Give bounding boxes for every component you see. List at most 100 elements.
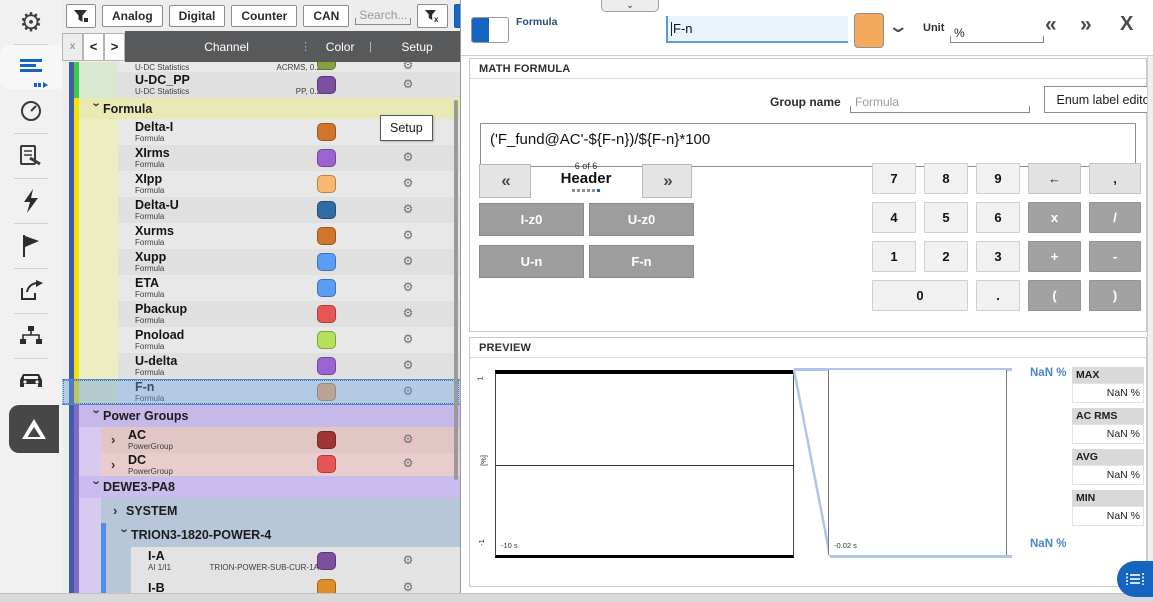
network-icon[interactable]	[0, 314, 62, 358]
chevron-collapsed-icon[interactable]: ›	[111, 434, 124, 446]
channel-list-icon[interactable]	[0, 45, 62, 89]
channel-group-system[interactable]: ›SYSTEM	[62, 498, 460, 523]
channel-row-xirms[interactable]: XIrmsFormula⚙	[62, 145, 460, 171]
channel-setup-gear-icon[interactable]: ⚙	[398, 150, 418, 164]
pager-next-button[interactable]: »	[642, 164, 692, 198]
channel-setup-gear-icon[interactable]: ⚙	[398, 358, 418, 372]
channel-setup-gear-icon[interactable]: ⚙	[398, 456, 418, 470]
nav-forward-button[interactable]: >	[104, 33, 125, 61]
channel-color-swatch[interactable]	[317, 455, 336, 473]
channel-color-swatch[interactable]	[317, 279, 336, 297]
column-header-setup[interactable]: Setup	[374, 40, 460, 54]
channel-setup-gear-icon[interactable]: ⚙	[398, 332, 418, 346]
filter-tab-counter[interactable]: Counter	[231, 5, 297, 27]
insert-channel-button-u-n[interactable]: U-n	[479, 245, 584, 278]
channel-color-swatch[interactable]	[317, 253, 336, 271]
channel-color-swatch[interactable]	[317, 383, 336, 401]
channel-group-power-groups[interactable]: ›Power Groups	[62, 405, 460, 427]
channel-name-input[interactable]: F-n	[666, 16, 848, 43]
preview-zoom-chart[interactable]	[828, 370, 1007, 555]
numpad-key-.[interactable]: .	[976, 280, 1020, 311]
channel-setup-gear-icon[interactable]: ⚙	[398, 254, 418, 268]
channel-color-swatch[interactable]	[854, 13, 884, 48]
channel-row-delta-u[interactable]: Delta-UFormula⚙	[62, 197, 460, 223]
channel-setup-gear-icon[interactable]: ⚙	[398, 176, 418, 190]
chevron-collapsed-icon[interactable]: ›	[113, 505, 126, 517]
channel-group-dewe3-pa8[interactable]: ›DEWE3-PA8	[62, 476, 460, 498]
numpad-key-9[interactable]: 9	[976, 163, 1020, 194]
chevron-expanded-icon[interactable]: ›	[119, 529, 131, 542]
numpad-key-0[interactable]: 0	[872, 280, 968, 311]
chevron-down-icon[interactable]: ⌄	[887, 17, 908, 37]
filter-clear-icon[interactable]: x	[417, 4, 448, 28]
group-name-input[interactable]: Formula	[850, 89, 1030, 113]
numpad-key-1[interactable]: 1	[872, 241, 916, 272]
numpad-key-)[interactable]: )	[1089, 280, 1141, 311]
preview-main-chart[interactable]	[495, 370, 794, 558]
numpad-key-backspace[interactable]: ←	[1028, 163, 1081, 194]
marker-flag-icon[interactable]	[0, 224, 62, 268]
chevron-expanded-icon[interactable]: ›	[91, 102, 103, 115]
channel-row-ac[interactable]: ›ACPowerGroup⚙	[62, 427, 460, 453]
numpad-key-,[interactable]: ,	[1089, 163, 1141, 194]
filter-icon[interactable]	[66, 4, 96, 28]
measurement-screen-icon[interactable]	[0, 89, 62, 133]
insert-channel-button-i-z0[interactable]: I-z0	[479, 203, 584, 236]
channel-color-swatch[interactable]	[317, 201, 336, 219]
close-button[interactable]: X	[1120, 13, 1131, 36]
export-icon[interactable]	[0, 269, 62, 313]
formula-list-button[interactable]	[1117, 561, 1153, 597]
channel-color-swatch[interactable]	[317, 431, 336, 449]
numpad-key-7[interactable]: 7	[872, 163, 916, 194]
channel-color-swatch[interactable]	[317, 123, 336, 141]
channel-row-xipp[interactable]: XIppFormula⚙	[62, 171, 460, 197]
channel-row-delta-i[interactable]: Delta-IFormulaSetup	[62, 119, 460, 145]
channel-row-pnoload[interactable]: PnoloadFormula⚙	[62, 327, 460, 353]
channel-row-u-delta[interactable]: U-deltaFormula⚙	[62, 353, 460, 379]
channel-row-pbackup[interactable]: PbackupFormula⚙	[62, 301, 460, 327]
report-icon[interactable]	[0, 134, 62, 178]
pager-prev-button[interactable]: «	[479, 164, 531, 198]
nav-back-button[interactable]: <	[83, 33, 104, 61]
channel-setup-gear-icon[interactable]: ⚙	[398, 77, 418, 91]
channel-color-swatch[interactable]	[317, 357, 336, 375]
channel-list-scrollbar[interactable]	[454, 100, 458, 480]
channel-setup-gear-icon[interactable]: ⚙	[398, 432, 418, 446]
channel-color-swatch[interactable]	[317, 149, 336, 167]
channel-color-swatch[interactable]	[317, 331, 336, 349]
channel-color-swatch[interactable]	[317, 552, 336, 570]
hide-columns-button[interactable]: x	[62, 33, 83, 61]
filter-tab-can[interactable]: CAN	[303, 5, 349, 27]
channel-setup-gear-icon[interactable]: ⚙	[398, 202, 418, 216]
vehicle-icon[interactable]	[0, 359, 62, 403]
filter-tab-analog[interactable]: Analog	[102, 5, 163, 27]
channel-setup-gear-icon[interactable]: ⚙	[398, 384, 418, 398]
channel-row-xupp[interactable]: XuppFormula⚙	[62, 249, 460, 275]
channel-color-swatch[interactable]	[317, 62, 336, 70]
numpad-key-5[interactable]: 5	[924, 202, 968, 233]
filter-tab-digital[interactable]: Digital	[169, 5, 226, 27]
channel-setup-gear-icon[interactable]: ⚙	[398, 62, 418, 72]
numpad-key-+[interactable]: +	[1028, 241, 1081, 272]
channel-color-swatch[interactable]	[317, 227, 336, 245]
insert-channel-button-f-n[interactable]: F-n	[589, 245, 694, 278]
channel-row-f-n[interactable]: F-nFormula⚙	[62, 379, 460, 405]
channel-group-trion3-1820-power-4[interactable]: ›TRION3-1820-POWER-4	[62, 523, 460, 547]
numpad-key-([interactable]: (	[1028, 280, 1081, 311]
column-header-color[interactable]: Color	[313, 40, 367, 54]
channel-row-dc[interactable]: ›DCPowerGroup⚙	[62, 453, 460, 476]
chevron-expanded-icon[interactable]: ›	[91, 410, 103, 423]
editor-scrollbar[interactable]	[1147, 56, 1153, 586]
insert-channel-button-u-z0[interactable]: U-z0	[589, 203, 694, 236]
channel-row-u-dc-pp[interactable]: U-DC_PPU-DC StatisticsPP, 0.2s⚙	[62, 72, 460, 98]
channel-setup-gear-icon[interactable]: ⚙	[398, 553, 418, 567]
channel-setup-gear-icon[interactable]: ⚙	[398, 580, 418, 594]
trigger-bolt-icon[interactable]	[0, 179, 62, 223]
search-input[interactable]: Search...	[355, 6, 411, 25]
channel-row-xurms[interactable]: XurmsFormula⚙	[62, 223, 460, 249]
numpad-key-3[interactable]: 3	[976, 241, 1020, 272]
channel-color-swatch[interactable]	[317, 175, 336, 193]
numpad-key-2[interactable]: 2	[924, 241, 968, 272]
prev-channel-button[interactable]: «	[1045, 13, 1055, 37]
numpad-key--[interactable]: -	[1089, 241, 1141, 272]
